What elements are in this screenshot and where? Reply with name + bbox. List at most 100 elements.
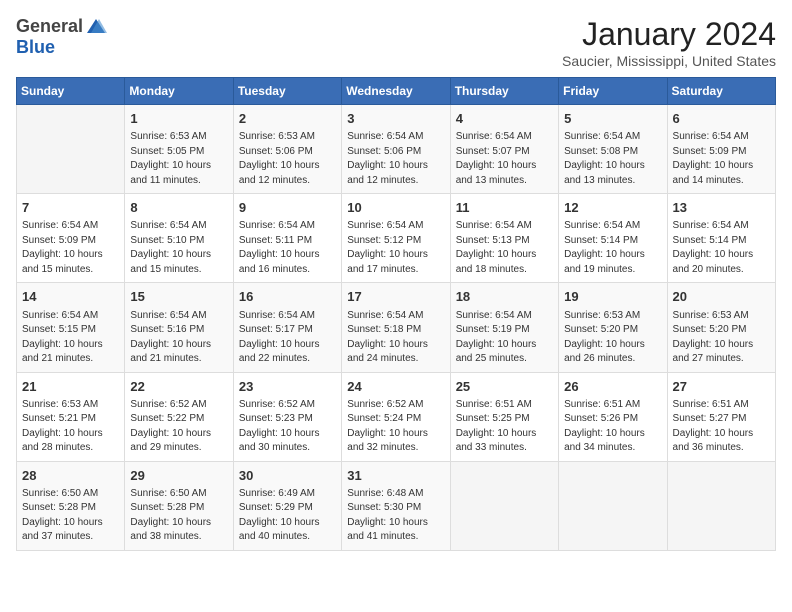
calendar-cell: 5 Sunrise: 6:54 AM Sunset: 5:08 PM Daylig…	[559, 105, 667, 194]
calendar-cell: 16Sunrise: 6:54 AM Sunset: 5:17 PM Dayli…	[233, 283, 341, 372]
calendar-cell: 9Sunrise: 6:54 AM Sunset: 5:11 PM Daylig…	[233, 194, 341, 283]
calendar-cell: 18Sunrise: 6:54 AM Sunset: 5:19 PM Dayli…	[450, 283, 558, 372]
calendar-cell: 7 Sunrise: 6:54 AM Sunset: 5:09 PM Daylig…	[17, 194, 125, 283]
calendar-cell: 29 Sunrise: 6:50 AM Sunset: 5:28 PM Dayli…	[125, 461, 233, 550]
title-block: January 2024 Saucier, Mississippi, Unite…	[562, 16, 776, 69]
calendar-cell: 26 Sunrise: 6:51 AM Sunset: 5:26 PM Dayli…	[559, 372, 667, 461]
day-info: Sunrise: 6:49 AM Sunset: 5:29 PM Dayligh…	[239, 487, 336, 545]
calendar-cell: 19Sunrise: 6:53 AM Sunset: 5:20 PM Dayli…	[559, 283, 667, 372]
day-number: 31	[347, 467, 444, 485]
logo-blue: Blue	[16, 37, 55, 57]
day-info: Sunrise: 6:54 AM Sunset: 5:17 PM Dayligh…	[239, 309, 336, 367]
day-info: Sunrise: 6:51 AM Sunset: 5:27 PM Dayligh…	[673, 398, 770, 456]
day-info: Sunrise: 6:53 AM Sunset: 5:06 PM Dayligh…	[239, 130, 336, 188]
day-number: 19	[564, 288, 661, 306]
day-header-friday: Friday	[559, 78, 667, 105]
calendar-cell: 21 Sunrise: 6:53 AM Sunset: 5:21 PM Dayli…	[17, 372, 125, 461]
day-number: 4	[456, 110, 553, 128]
calendar-cell: 6 Sunrise: 6:54 AM Sunset: 5:09 PM Daylig…	[667, 105, 775, 194]
day-number: 27	[673, 378, 770, 396]
day-number: 5	[564, 110, 661, 128]
day-info: Sunrise: 6:48 AM Sunset: 5:30 PM Dayligh…	[347, 487, 444, 545]
calendar-cell: 15Sunrise: 6:54 AM Sunset: 5:16 PM Dayli…	[125, 283, 233, 372]
calendar-cell: 28 Sunrise: 6:50 AM Sunset: 5:28 PM Dayli…	[17, 461, 125, 550]
day-info: Sunrise: 6:51 AM Sunset: 5:26 PM Dayligh…	[564, 398, 661, 456]
day-header-wednesday: Wednesday	[342, 78, 450, 105]
day-info: Sunrise: 6:53 AM Sunset: 5:20 PM Dayligh…	[673, 309, 770, 367]
day-number: 2	[239, 110, 336, 128]
logo-general: General	[16, 16, 83, 37]
day-number: 12	[564, 199, 661, 217]
logo-icon	[85, 17, 107, 37]
calendar-cell: 22 Sunrise: 6:52 AM Sunset: 5:22 PM Dayli…	[125, 372, 233, 461]
calendar-cell: 10Sunrise: 6:54 AM Sunset: 5:12 PM Dayli…	[342, 194, 450, 283]
day-info: Sunrise: 6:54 AM Sunset: 5:18 PM Dayligh…	[347, 309, 444, 367]
day-info: Sunrise: 6:54 AM Sunset: 5:09 PM Dayligh…	[673, 130, 770, 188]
day-number: 23	[239, 378, 336, 396]
calendar-cell: 12 Sunrise: 6:54 AM Sunset: 5:14 PM Dayli…	[559, 194, 667, 283]
day-number: 22	[130, 378, 227, 396]
day-info: Sunrise: 6:54 AM Sunset: 5:16 PM Dayligh…	[130, 309, 227, 367]
day-info: Sunrise: 6:54 AM Sunset: 5:11 PM Dayligh…	[239, 219, 336, 277]
calendar-cell: 1Sunrise: 6:53 AM Sunset: 5:05 PM Daylig…	[125, 105, 233, 194]
calendar-cell: 27 Sunrise: 6:51 AM Sunset: 5:27 PM Dayli…	[667, 372, 775, 461]
calendar-week-3: 14Sunrise: 6:54 AM Sunset: 5:15 PM Dayli…	[17, 283, 776, 372]
calendar-cell: 23Sunrise: 6:52 AM Sunset: 5:23 PM Dayli…	[233, 372, 341, 461]
calendar-cell: 30 Sunrise: 6:49 AM Sunset: 5:29 PM Dayli…	[233, 461, 341, 550]
day-number: 30	[239, 467, 336, 485]
day-info: Sunrise: 6:54 AM Sunset: 5:08 PM Dayligh…	[564, 130, 661, 188]
day-number: 24	[347, 378, 444, 396]
calendar-cell: 31 Sunrise: 6:48 AM Sunset: 5:30 PM Dayli…	[342, 461, 450, 550]
day-number: 10	[347, 199, 444, 217]
day-info: Sunrise: 6:54 AM Sunset: 5:14 PM Dayligh…	[673, 219, 770, 277]
calendar-cell	[450, 461, 558, 550]
day-info: Sunrise: 6:54 AM Sunset: 5:14 PM Dayligh…	[564, 219, 661, 277]
calendar-cell: 14Sunrise: 6:54 AM Sunset: 5:15 PM Dayli…	[17, 283, 125, 372]
day-number: 14	[22, 288, 119, 306]
day-info: Sunrise: 6:53 AM Sunset: 5:21 PM Dayligh…	[22, 398, 119, 456]
day-info: Sunrise: 6:53 AM Sunset: 5:05 PM Dayligh…	[130, 130, 227, 188]
logo: General Blue	[16, 16, 109, 58]
day-info: Sunrise: 6:52 AM Sunset: 5:24 PM Dayligh…	[347, 398, 444, 456]
day-info: Sunrise: 6:54 AM Sunset: 5:06 PM Dayligh…	[347, 130, 444, 188]
calendar-week-1: 1Sunrise: 6:53 AM Sunset: 5:05 PM Daylig…	[17, 105, 776, 194]
day-header-sunday: Sunday	[17, 78, 125, 105]
calendar-cell	[17, 105, 125, 194]
calendar-cell: 25Sunrise: 6:51 AM Sunset: 5:25 PM Dayli…	[450, 372, 558, 461]
calendar-cell: 4 Sunrise: 6:54 AM Sunset: 5:07 PM Daylig…	[450, 105, 558, 194]
calendar-cell	[667, 461, 775, 550]
day-number: 28	[22, 467, 119, 485]
calendar-cell: 2 Sunrise: 6:53 AM Sunset: 5:06 PM Daylig…	[233, 105, 341, 194]
day-number: 29	[130, 467, 227, 485]
day-info: Sunrise: 6:50 AM Sunset: 5:28 PM Dayligh…	[130, 487, 227, 545]
day-info: Sunrise: 6:50 AM Sunset: 5:28 PM Dayligh…	[22, 487, 119, 545]
day-number: 20	[673, 288, 770, 306]
calendar-cell: 24 Sunrise: 6:52 AM Sunset: 5:24 PM Dayli…	[342, 372, 450, 461]
calendar-cell: 17 Sunrise: 6:54 AM Sunset: 5:18 PM Dayli…	[342, 283, 450, 372]
day-info: Sunrise: 6:52 AM Sunset: 5:22 PM Dayligh…	[130, 398, 227, 456]
day-number: 3	[347, 110, 444, 128]
day-number: 21	[22, 378, 119, 396]
day-number: 26	[564, 378, 661, 396]
calendar-week-4: 21 Sunrise: 6:53 AM Sunset: 5:21 PM Dayli…	[17, 372, 776, 461]
day-info: Sunrise: 6:54 AM Sunset: 5:09 PM Dayligh…	[22, 219, 119, 277]
calendar-cell: 3 Sunrise: 6:54 AM Sunset: 5:06 PM Daylig…	[342, 105, 450, 194]
header: General Blue January 2024 Saucier, Missi…	[16, 16, 776, 69]
day-info: Sunrise: 6:54 AM Sunset: 5:07 PM Dayligh…	[456, 130, 553, 188]
day-info: Sunrise: 6:54 AM Sunset: 5:19 PM Dayligh…	[456, 309, 553, 367]
calendar-cell: 8 Sunrise: 6:54 AM Sunset: 5:10 PM Daylig…	[125, 194, 233, 283]
day-info: Sunrise: 6:51 AM Sunset: 5:25 PM Dayligh…	[456, 398, 553, 456]
day-header-tuesday: Tuesday	[233, 78, 341, 105]
day-info: Sunrise: 6:54 AM Sunset: 5:10 PM Dayligh…	[130, 219, 227, 277]
day-number: 6	[673, 110, 770, 128]
calendar-cell	[559, 461, 667, 550]
calendar-cell: 11Sunrise: 6:54 AM Sunset: 5:13 PM Dayli…	[450, 194, 558, 283]
day-number: 7	[22, 199, 119, 217]
calendar-header: SundayMondayTuesdayWednesdayThursdayFrid…	[17, 78, 776, 105]
calendar-week-2: 7 Sunrise: 6:54 AM Sunset: 5:09 PM Daylig…	[17, 194, 776, 283]
day-number: 17	[347, 288, 444, 306]
calendar-week-5: 28 Sunrise: 6:50 AM Sunset: 5:28 PM Dayli…	[17, 461, 776, 550]
day-info: Sunrise: 6:54 AM Sunset: 5:13 PM Dayligh…	[456, 219, 553, 277]
calendar-title: January 2024	[562, 16, 776, 53]
day-number: 8	[130, 199, 227, 217]
